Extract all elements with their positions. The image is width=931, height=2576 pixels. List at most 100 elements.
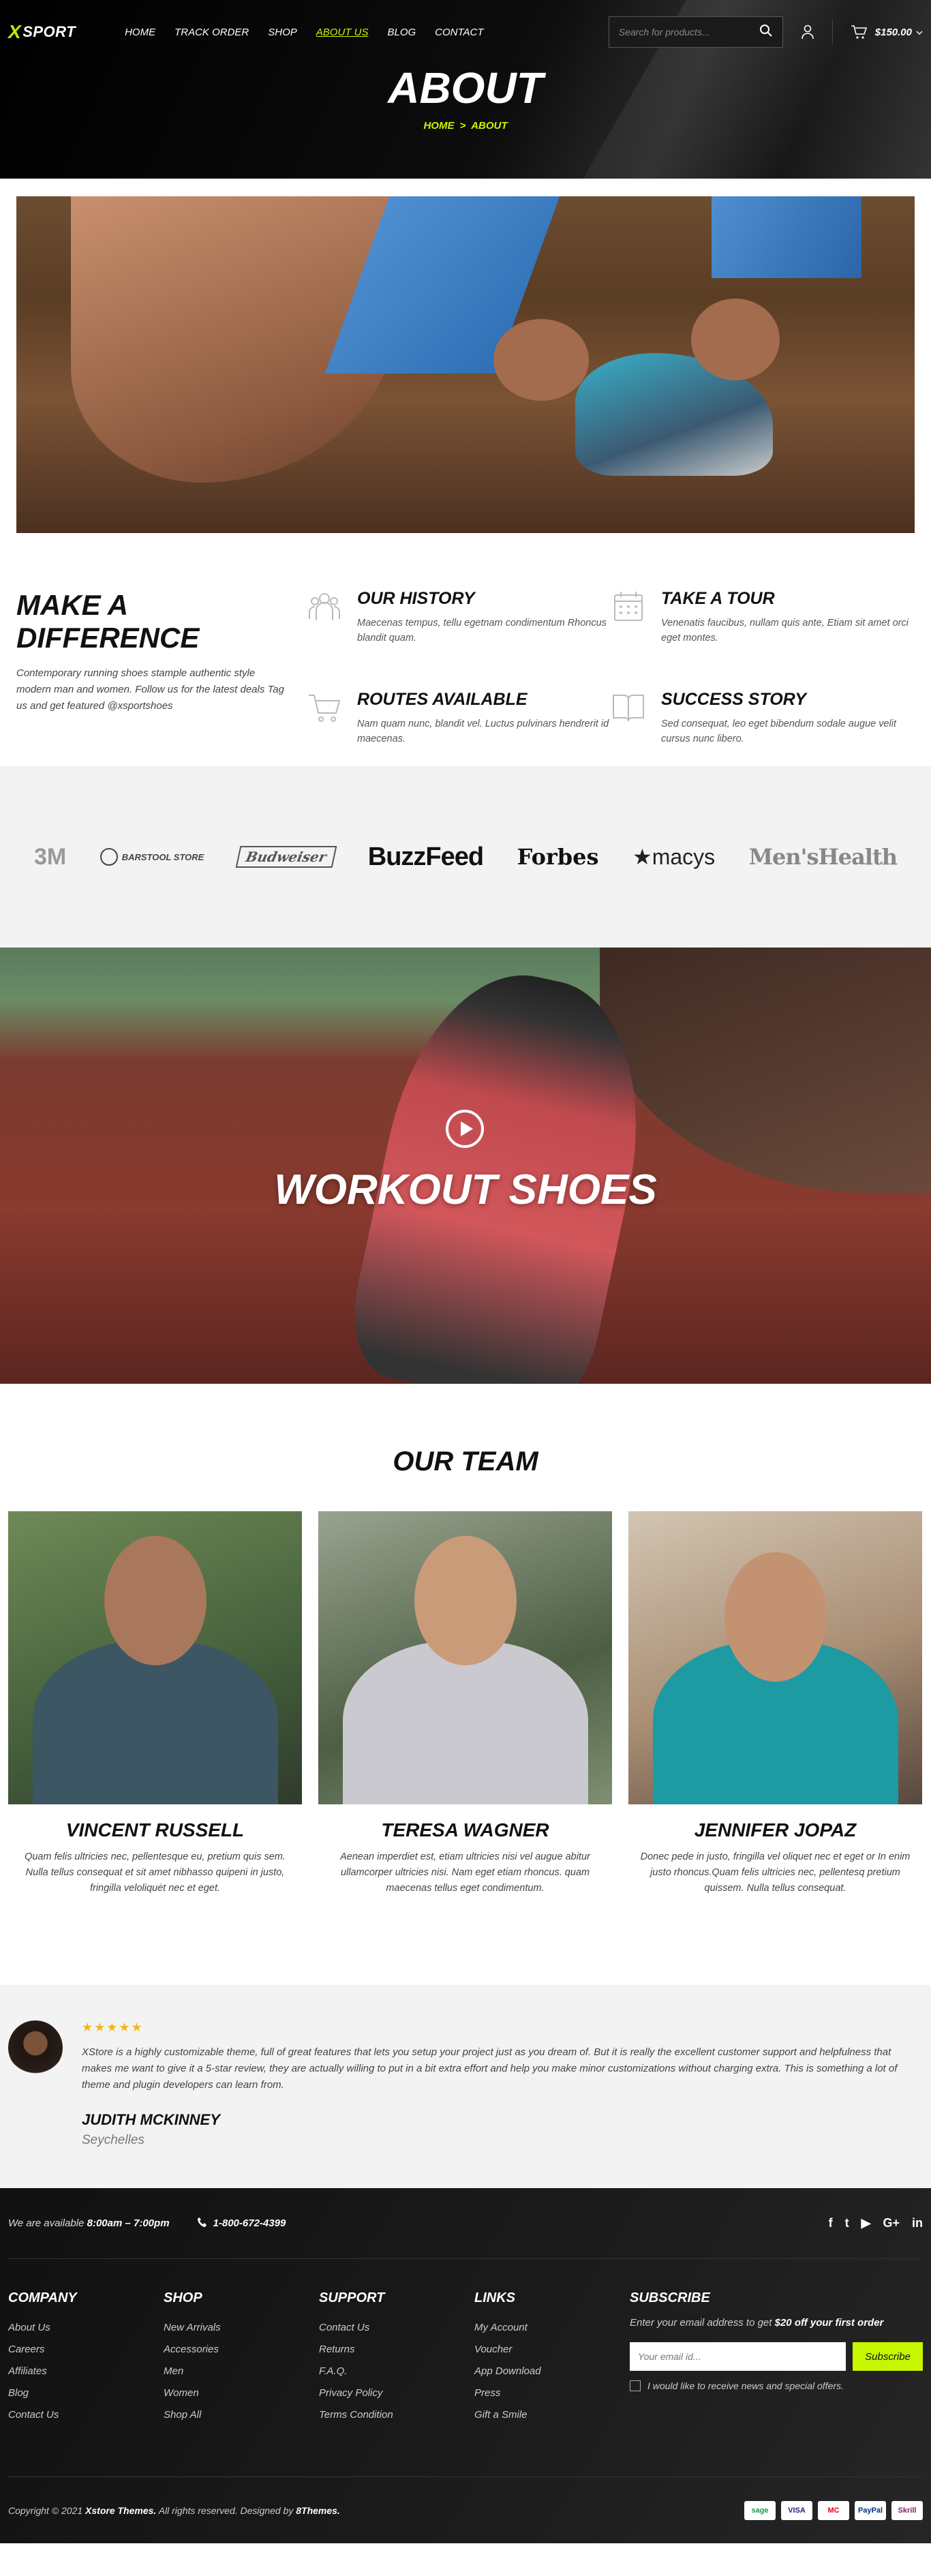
team-title: OUR TEAM: [393, 1446, 538, 1476]
footer-link[interactable]: Contact Us: [319, 2322, 369, 2333]
nav-home[interactable]: HOME: [125, 27, 155, 38]
team-member-photo: [318, 1511, 612, 1804]
features-section: MAKE A DIFFERENCE Contemporary running s…: [0, 589, 931, 766]
cart-total[interactable]: $150.00: [875, 27, 923, 38]
search-input[interactable]: [618, 27, 759, 37]
footer-link[interactable]: Contact Us: [8, 2409, 59, 2421]
testimonial-body: ★★★★★ XStore is a highly customizable th…: [82, 2020, 915, 2188]
phone-link[interactable]: 1-800-672-4399: [197, 2217, 286, 2230]
mastercard-icon: MC: [818, 2500, 849, 2520]
copyright-designer: 8Themes.: [296, 2504, 340, 2516]
hero-section: X SPORT HOME TRACK ORDER SHOP ABOUT US B…: [0, 0, 931, 179]
facebook-icon[interactable]: f: [829, 2216, 833, 2230]
brand-logo-buzzfeed[interactable]: BuzzFeed: [368, 843, 484, 872]
twitter-icon[interactable]: t: [845, 2216, 849, 2230]
feature-title: TAKE A TOUR: [661, 589, 775, 608]
team-member: VINCENT RUSSELL Quam felis ultricies nec…: [8, 1511, 302, 1896]
youtube-icon[interactable]: ▶: [861, 2216, 871, 2230]
availability: We are available 8:00am – 7:00pm: [8, 2217, 170, 2229]
footer-link[interactable]: Gift a Smile: [474, 2409, 528, 2421]
feature-title: OUR HISTORY: [357, 589, 475, 608]
copyright: Copyright © 2021 Xstore Themes. All righ…: [8, 2505, 340, 2516]
photo-head-shape: [104, 1536, 207, 1665]
visa-icon: VISA: [781, 2500, 812, 2520]
brand-logo-3m[interactable]: 3M: [34, 844, 66, 870]
subscribe-text: Enter your email address to get $20 off …: [630, 2317, 923, 2329]
footer-link[interactable]: Men: [164, 2365, 183, 2377]
footer-link[interactable]: App Download: [474, 2365, 541, 2377]
nav-track-order[interactable]: TRACK ORDER: [174, 27, 249, 38]
copyright-middle: All rights reserved. Designed by: [158, 2504, 294, 2516]
phone-icon: [197, 2217, 208, 2230]
brand-logo-budweiser[interactable]: Budweiser: [235, 846, 337, 868]
brand-logo-forbes[interactable]: Forbes: [517, 844, 599, 870]
breadcrumb-home[interactable]: HOME: [423, 120, 454, 132]
team-member-bio: Donec pede in justo, fringilla vel oliqu…: [640, 1851, 911, 1894]
team-member: TERESA WAGNER Aenean imperdiet est, etia…: [318, 1511, 612, 1896]
breadcrumb-separator: >: [459, 120, 466, 132]
cart-icon: [307, 690, 342, 725]
intro-title: MAKE A DIFFERENCE: [16, 589, 200, 654]
subscribe-block: SUBSCRIBE Enter your email address to ge…: [630, 2290, 923, 2426]
nav-contact[interactable]: CONTACT: [435, 27, 483, 38]
footer-link[interactable]: About Us: [8, 2322, 50, 2333]
search-box: [608, 16, 783, 48]
banner-hand-shape: [691, 299, 780, 380]
nav-about-us[interactable]: ABOUT US: [316, 27, 369, 38]
footer-link[interactable]: Shop All: [164, 2409, 201, 2421]
phone-number: 1-800-672-4399: [213, 2217, 286, 2229]
footer-link[interactable]: New Arrivals: [164, 2322, 221, 2333]
subscribe-button[interactable]: Subscribe: [853, 2342, 923, 2371]
footer-link[interactable]: My Account: [474, 2322, 528, 2333]
availability-label: We are available: [8, 2217, 85, 2229]
footer-link[interactable]: Privacy Policy: [319, 2387, 382, 2399]
footer-link[interactable]: Voucher: [474, 2344, 512, 2355]
brand-logo-macys[interactable]: ★macys: [632, 844, 715, 870]
footer-link[interactable]: Careers: [8, 2344, 44, 2355]
footer-link[interactable]: Blog: [8, 2387, 29, 2399]
footer-link[interactable]: Affiliates: [8, 2365, 47, 2377]
sage-pay-icon: sage: [744, 2500, 776, 2520]
footer-link[interactable]: Accessories: [164, 2344, 219, 2355]
feature-item: ROUTES AVAILABLE Nam quam nunc, blandit …: [307, 690, 611, 766]
email-field[interactable]: [630, 2342, 846, 2371]
footer-link[interactable]: Returns: [319, 2344, 355, 2355]
brand-logo-menshealth[interactable]: Men'sHealth: [749, 844, 898, 870]
google-plus-icon[interactable]: G+: [883, 2216, 900, 2230]
nav-shop[interactable]: SHOP: [268, 27, 297, 38]
testimonial-text: XStore is a highly customizable theme, f…: [82, 2046, 898, 2091]
footer-link[interactable]: Terms Condition: [319, 2409, 393, 2421]
team-member-photo: [8, 1511, 302, 1804]
footer-link[interactable]: Women: [164, 2387, 199, 2399]
footer-link[interactable]: F.A.Q.: [319, 2365, 347, 2377]
video-title: WORKOUT SHOES: [274, 1166, 657, 1213]
team-member-name: TERESA WAGNER: [381, 1819, 549, 1840]
star-rating: ★★★★★: [82, 2020, 144, 2034]
team-member: JENNIFER JOPAZ Donec pede in justo, frin…: [628, 1511, 922, 1896]
account-icon[interactable]: [801, 25, 814, 40]
footer-link[interactable]: Press: [474, 2387, 500, 2399]
copyright-prefix: Copyright © 2021: [8, 2504, 83, 2516]
footer-column-links: LINKS My Account Voucher App Download Pr…: [474, 2290, 630, 2426]
intro-block: MAKE A DIFFERENCE Contemporary running s…: [16, 589, 288, 766]
cart-icon[interactable]: [851, 25, 867, 40]
brand-logo-barstool[interactable]: BARSTOOL STORE: [100, 848, 204, 866]
header-divider: [831, 20, 833, 44]
payment-methods: sage VISA MC PayPal Skrill: [744, 2500, 923, 2520]
logo[interactable]: X SPORT: [8, 21, 76, 43]
feature-text: Maecenas tempus, tellu egetnam condiment…: [357, 618, 607, 643]
footer-column-title: LINKS: [474, 2290, 515, 2305]
nav-blog[interactable]: BLOG: [387, 27, 416, 38]
play-button[interactable]: [446, 1110, 484, 1148]
video-section: WORKOUT SHOES: [0, 948, 931, 1384]
consent-checkbox[interactable]: [630, 2380, 641, 2391]
about-banner-image: [16, 196, 915, 533]
footer-column-support: SUPPORT Contact Us Returns F.A.Q. Privac…: [319, 2290, 474, 2426]
newsletter-consent[interactable]: I would like to receive news and special…: [630, 2380, 923, 2391]
team-member-name: VINCENT RUSSELL: [65, 1819, 245, 1840]
footer-column-title: SHOP: [164, 2290, 202, 2305]
book-icon: [611, 690, 646, 725]
footer-column-title: SUPPORT: [319, 2290, 385, 2305]
linkedin-icon[interactable]: in: [912, 2216, 923, 2230]
search-icon[interactable]: [759, 24, 773, 41]
